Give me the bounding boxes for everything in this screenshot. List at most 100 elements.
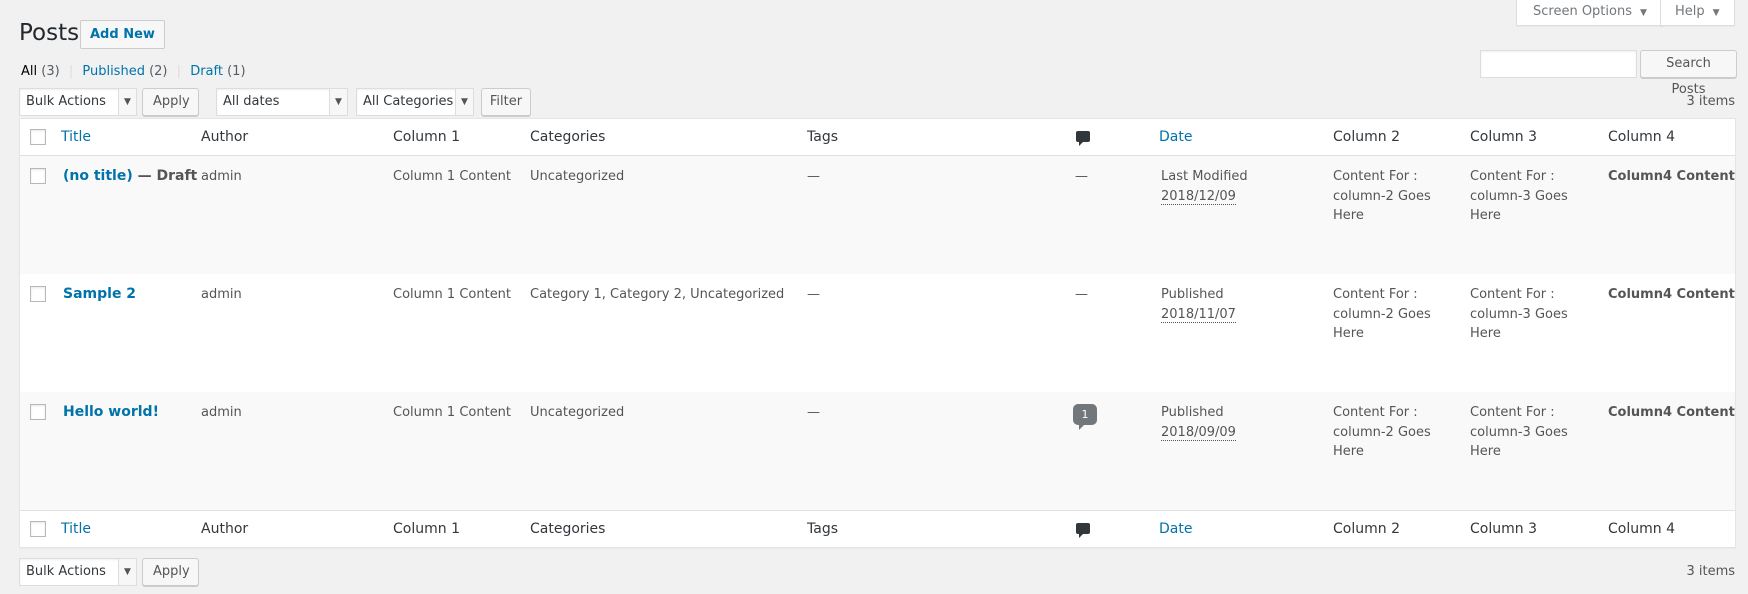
view-all-link[interactable]: All: [21, 64, 37, 79]
post-title-link[interactable]: Hello world!: [63, 404, 159, 420]
category-link[interactable]: Category 1, Category 2, Uncategorized: [530, 285, 784, 305]
column-author: Author: [201, 521, 249, 537]
search-input[interactable]: [1480, 50, 1637, 78]
author-link[interactable]: admin: [201, 285, 242, 305]
column-2-line: Content For :: [1333, 287, 1418, 302]
column-date-sort[interactable]: Date: [1159, 119, 1192, 156]
date-cell: Last Modified 2018/12/09: [1161, 167, 1248, 206]
bulk-actions-select[interactable]: Bulk Actions ▼: [19, 88, 137, 116]
column-3-content: Content For : column-3 Goes Here: [1470, 167, 1568, 226]
view-published-link[interactable]: Published: [82, 64, 145, 79]
column-categories: Categories: [530, 129, 606, 145]
column-1-content: Column 1 Content: [393, 169, 512, 184]
column-2: Column 2: [1333, 521, 1400, 537]
bulk-actions-value: Bulk Actions: [26, 94, 106, 109]
column-2-line: Here: [1333, 444, 1364, 459]
column-1-content: Column 1 Content: [393, 405, 512, 420]
table-row: Hello world! admin Column 1 Content Unca…: [20, 392, 1735, 510]
select-all-checkbox[interactable]: [30, 521, 46, 537]
table-header: Title Author Column 1 Categories Tags Da…: [20, 119, 1735, 156]
post-title-link[interactable]: (no title): [63, 168, 133, 184]
post-state: — Draft: [132, 168, 198, 184]
column-4-content: Column4 Content: [1608, 405, 1735, 420]
screen-options-label: Screen Options: [1533, 4, 1632, 19]
column-3-line: Content For :: [1470, 405, 1555, 420]
column-4: Column 4: [1608, 129, 1675, 145]
column-4-content: Column4 Content: [1608, 169, 1735, 184]
category-filter-value: All Categories: [363, 94, 454, 109]
column-3-content: Content For : column-3 Goes Here: [1470, 285, 1568, 344]
column-2-line: column-2 Goes: [1333, 188, 1431, 204]
items-count: 3 items: [1686, 94, 1735, 109]
category-link[interactable]: Uncategorized: [530, 403, 624, 423]
tags-cell: —: [807, 405, 820, 420]
table-row: (no title) — Draft admin Column 1 Conten…: [20, 156, 1735, 274]
column-date-sort[interactable]: Date: [1159, 511, 1192, 548]
triangle-down-icon: ▼: [329, 89, 347, 115]
triangle-down-icon: ▼: [118, 559, 136, 585]
post-title-cell: Sample 2: [63, 285, 136, 305]
date-cell: Published 2018/11/07: [1161, 285, 1236, 324]
triangle-down-icon: ▼: [1640, 8, 1647, 18]
comments-cell: —: [1075, 287, 1088, 302]
date-status: Last Modified: [1161, 169, 1248, 184]
column-2-line: Content For :: [1333, 405, 1418, 420]
bulk-actions-select-bottom[interactable]: Bulk Actions ▼: [19, 558, 137, 586]
column-tags: Tags: [807, 521, 838, 537]
table-footer: Title Author Column 1 Categories Tags Da…: [20, 510, 1735, 547]
tags-cell: —: [807, 287, 820, 302]
column-author: Author: [201, 129, 249, 145]
comment-count-bubble[interactable]: 1: [1073, 404, 1097, 430]
post-date: 2018/12/09: [1161, 188, 1236, 205]
author-link[interactable]: admin: [201, 403, 242, 423]
row-checkbox[interactable]: [30, 168, 46, 184]
column-2-line: column-2 Goes: [1333, 306, 1431, 322]
date-filter-select[interactable]: All dates ▼: [216, 88, 348, 116]
post-title-link[interactable]: Sample 2: [63, 286, 136, 302]
add-new-button[interactable]: Add New: [80, 20, 165, 49]
column-2-content: Content For : column-2 Goes Here: [1333, 167, 1431, 226]
triangle-down-icon: ▼: [455, 89, 473, 115]
column-2-line: column-2 Goes: [1333, 424, 1431, 440]
date-cell: Published 2018/09/09: [1161, 403, 1236, 442]
apply-button-bottom[interactable]: Apply: [142, 558, 199, 586]
column-1: Column 1: [393, 129, 460, 145]
column-3: Column 3: [1470, 129, 1537, 145]
row-checkbox[interactable]: [30, 286, 46, 302]
column-title-sort[interactable]: Title: [61, 511, 91, 548]
filter-button[interactable]: Filter: [481, 88, 531, 116]
column-4-content: Column4 Content: [1608, 287, 1735, 302]
select-all-checkbox[interactable]: [30, 129, 46, 145]
column-2-content: Content For : column-2 Goes Here: [1333, 403, 1431, 462]
category-filter-select[interactable]: All Categories ▼: [356, 88, 474, 116]
help-button[interactable]: Help ▼: [1660, 0, 1735, 26]
view-published-count: (2): [149, 64, 168, 79]
view-draft-link[interactable]: Draft: [190, 64, 223, 79]
comment-bubble-icon[interactable]: [1076, 523, 1090, 538]
view-all-count: (3): [41, 64, 60, 79]
column-3-line: Here: [1470, 444, 1501, 459]
category-link[interactable]: Uncategorized: [530, 167, 624, 187]
column-2-line: Content For :: [1333, 169, 1418, 184]
help-label: Help: [1675, 4, 1705, 19]
posts-table: Title Author Column 1 Categories Tags Da…: [19, 118, 1736, 548]
post-title-cell: Hello world!: [63, 403, 159, 423]
column-3: Column 3: [1470, 521, 1537, 537]
search-posts-button[interactable]: Search Posts: [1640, 50, 1737, 97]
column-3-line: Here: [1470, 208, 1501, 223]
screen-options-button[interactable]: Screen Options ▼: [1516, 0, 1664, 26]
post-date: 2018/11/07: [1161, 306, 1236, 323]
column-title-sort[interactable]: Title: [61, 119, 91, 156]
view-draft-count: (1): [227, 64, 246, 79]
comment-bubble-icon[interactable]: [1076, 131, 1090, 146]
column-tags: Tags: [807, 129, 838, 145]
table-row: Sample 2 admin Column 1 Content Category…: [20, 274, 1735, 392]
column-3-content: Content For : column-3 Goes Here: [1470, 403, 1568, 462]
apply-button[interactable]: Apply: [142, 88, 199, 116]
author-link[interactable]: admin: [201, 167, 242, 187]
column-2-line: Here: [1333, 208, 1364, 223]
column-3-line: Content For :: [1470, 287, 1555, 302]
row-checkbox[interactable]: [30, 404, 46, 420]
date-filter-value: All dates: [223, 94, 280, 109]
view-separator: |: [176, 64, 182, 79]
